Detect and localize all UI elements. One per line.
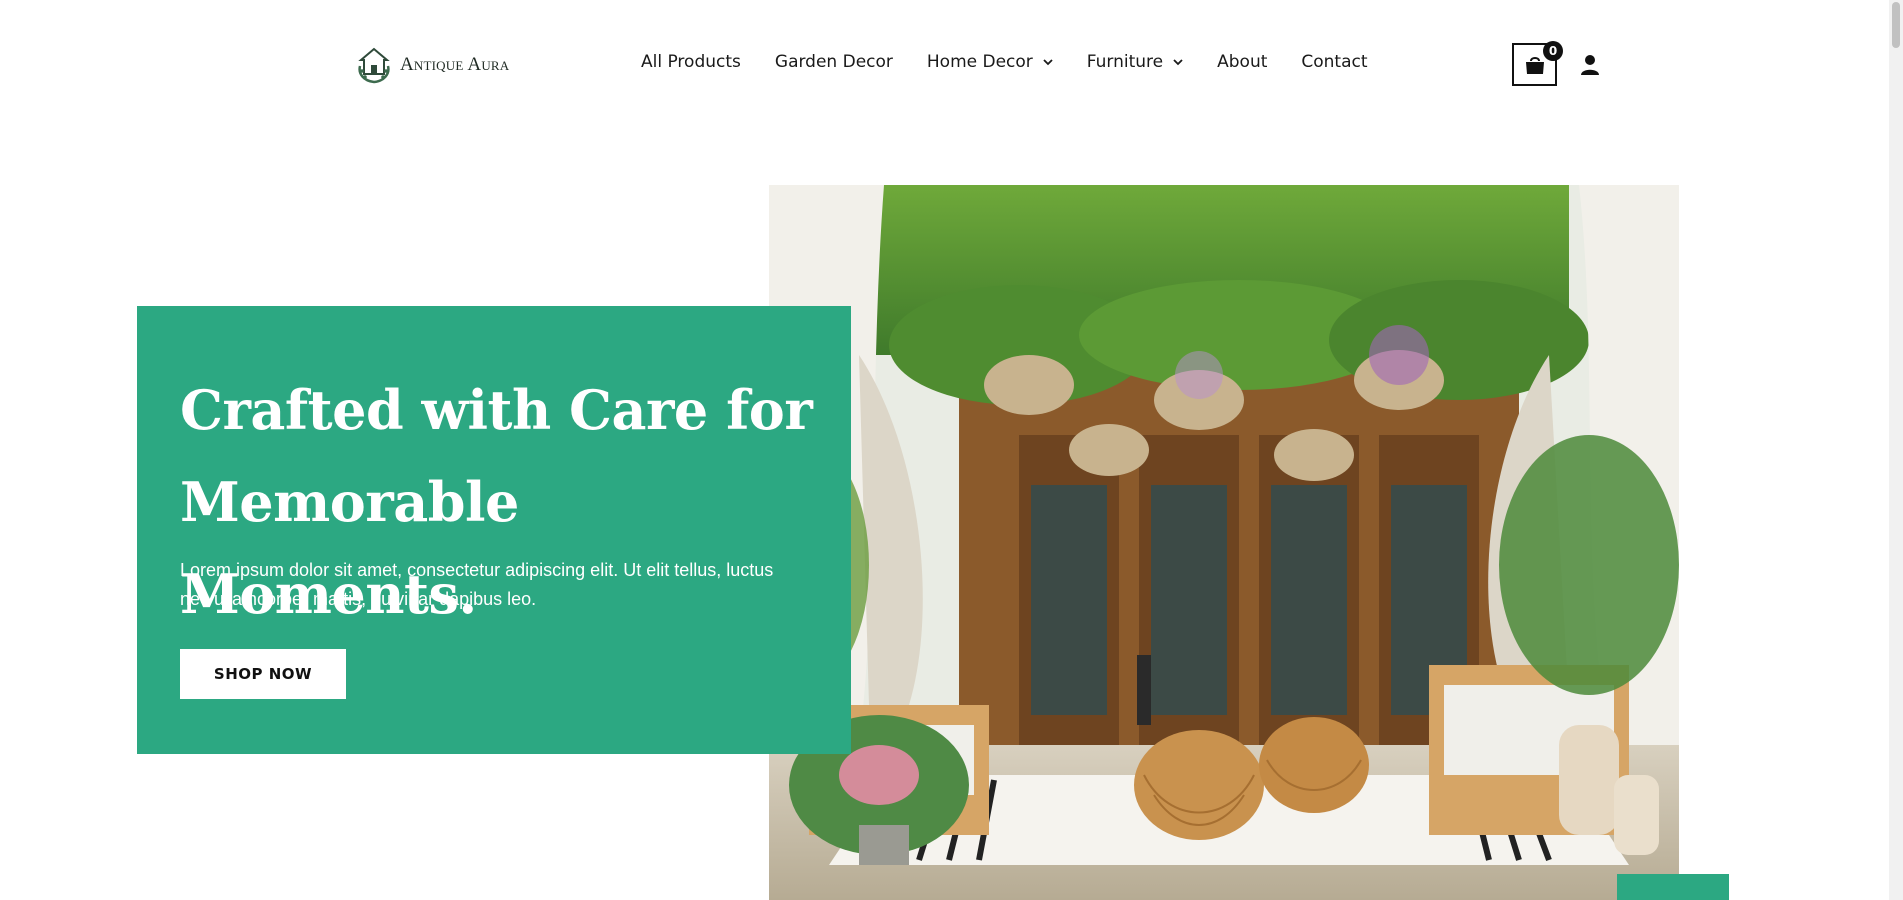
nav-label: Garden Decor (774, 52, 893, 72)
nav-item-home-decor[interactable]: Home Decor (927, 52, 1053, 72)
user-icon[interactable] (1579, 54, 1601, 76)
nav-item-all-products[interactable]: All Products (641, 52, 741, 72)
chevron-down-icon (1043, 59, 1053, 66)
main-nav: All Products Garden Decor Home Decor Fur… (641, 52, 1368, 72)
hero-card: Crafted with Care for Memorable Moments.… (137, 306, 851, 754)
nav-label: Contact (1301, 52, 1368, 72)
nav-label: About (1217, 52, 1268, 72)
nav-item-furniture[interactable]: Furniture (1087, 52, 1183, 72)
house-wreath-icon (358, 47, 390, 84)
cart-count-badge: 0 (1543, 41, 1563, 61)
shopping-bag-icon (1525, 56, 1544, 74)
nav-item-contact[interactable]: Contact (1301, 52, 1367, 72)
nav-item-about[interactable]: About (1217, 52, 1267, 72)
hero-patio-image (769, 185, 1679, 900)
shop-now-button[interactable]: SHOP NOW (180, 649, 346, 699)
cart-button[interactable]: 0 (1512, 41, 1563, 86)
page-scrollbar[interactable] (1889, 0, 1903, 900)
site-logo[interactable]: Antique Aura (356, 46, 509, 84)
brand-name: Antique Aura (400, 54, 510, 75)
hero-patio-illustration (769, 185, 1679, 900)
nav-label: All Products (641, 52, 741, 72)
chevron-down-icon (1173, 59, 1183, 66)
nav-item-garden-decor[interactable]: Garden Decor (775, 52, 893, 72)
hero-title-line-1: Crafted with Care for (180, 378, 813, 442)
nav-label: Home Decor (926, 52, 1033, 72)
site-header: Antique Aura All Products Garden Decor H… (0, 0, 1889, 130)
hero-description: Lorem ipsum dolor sit amet, consectetur … (180, 560, 774, 609)
corner-accent-tab[interactable] (1617, 874, 1729, 900)
nav-label: Furniture (1086, 52, 1164, 72)
scrollbar-thumb[interactable] (1892, 2, 1900, 48)
